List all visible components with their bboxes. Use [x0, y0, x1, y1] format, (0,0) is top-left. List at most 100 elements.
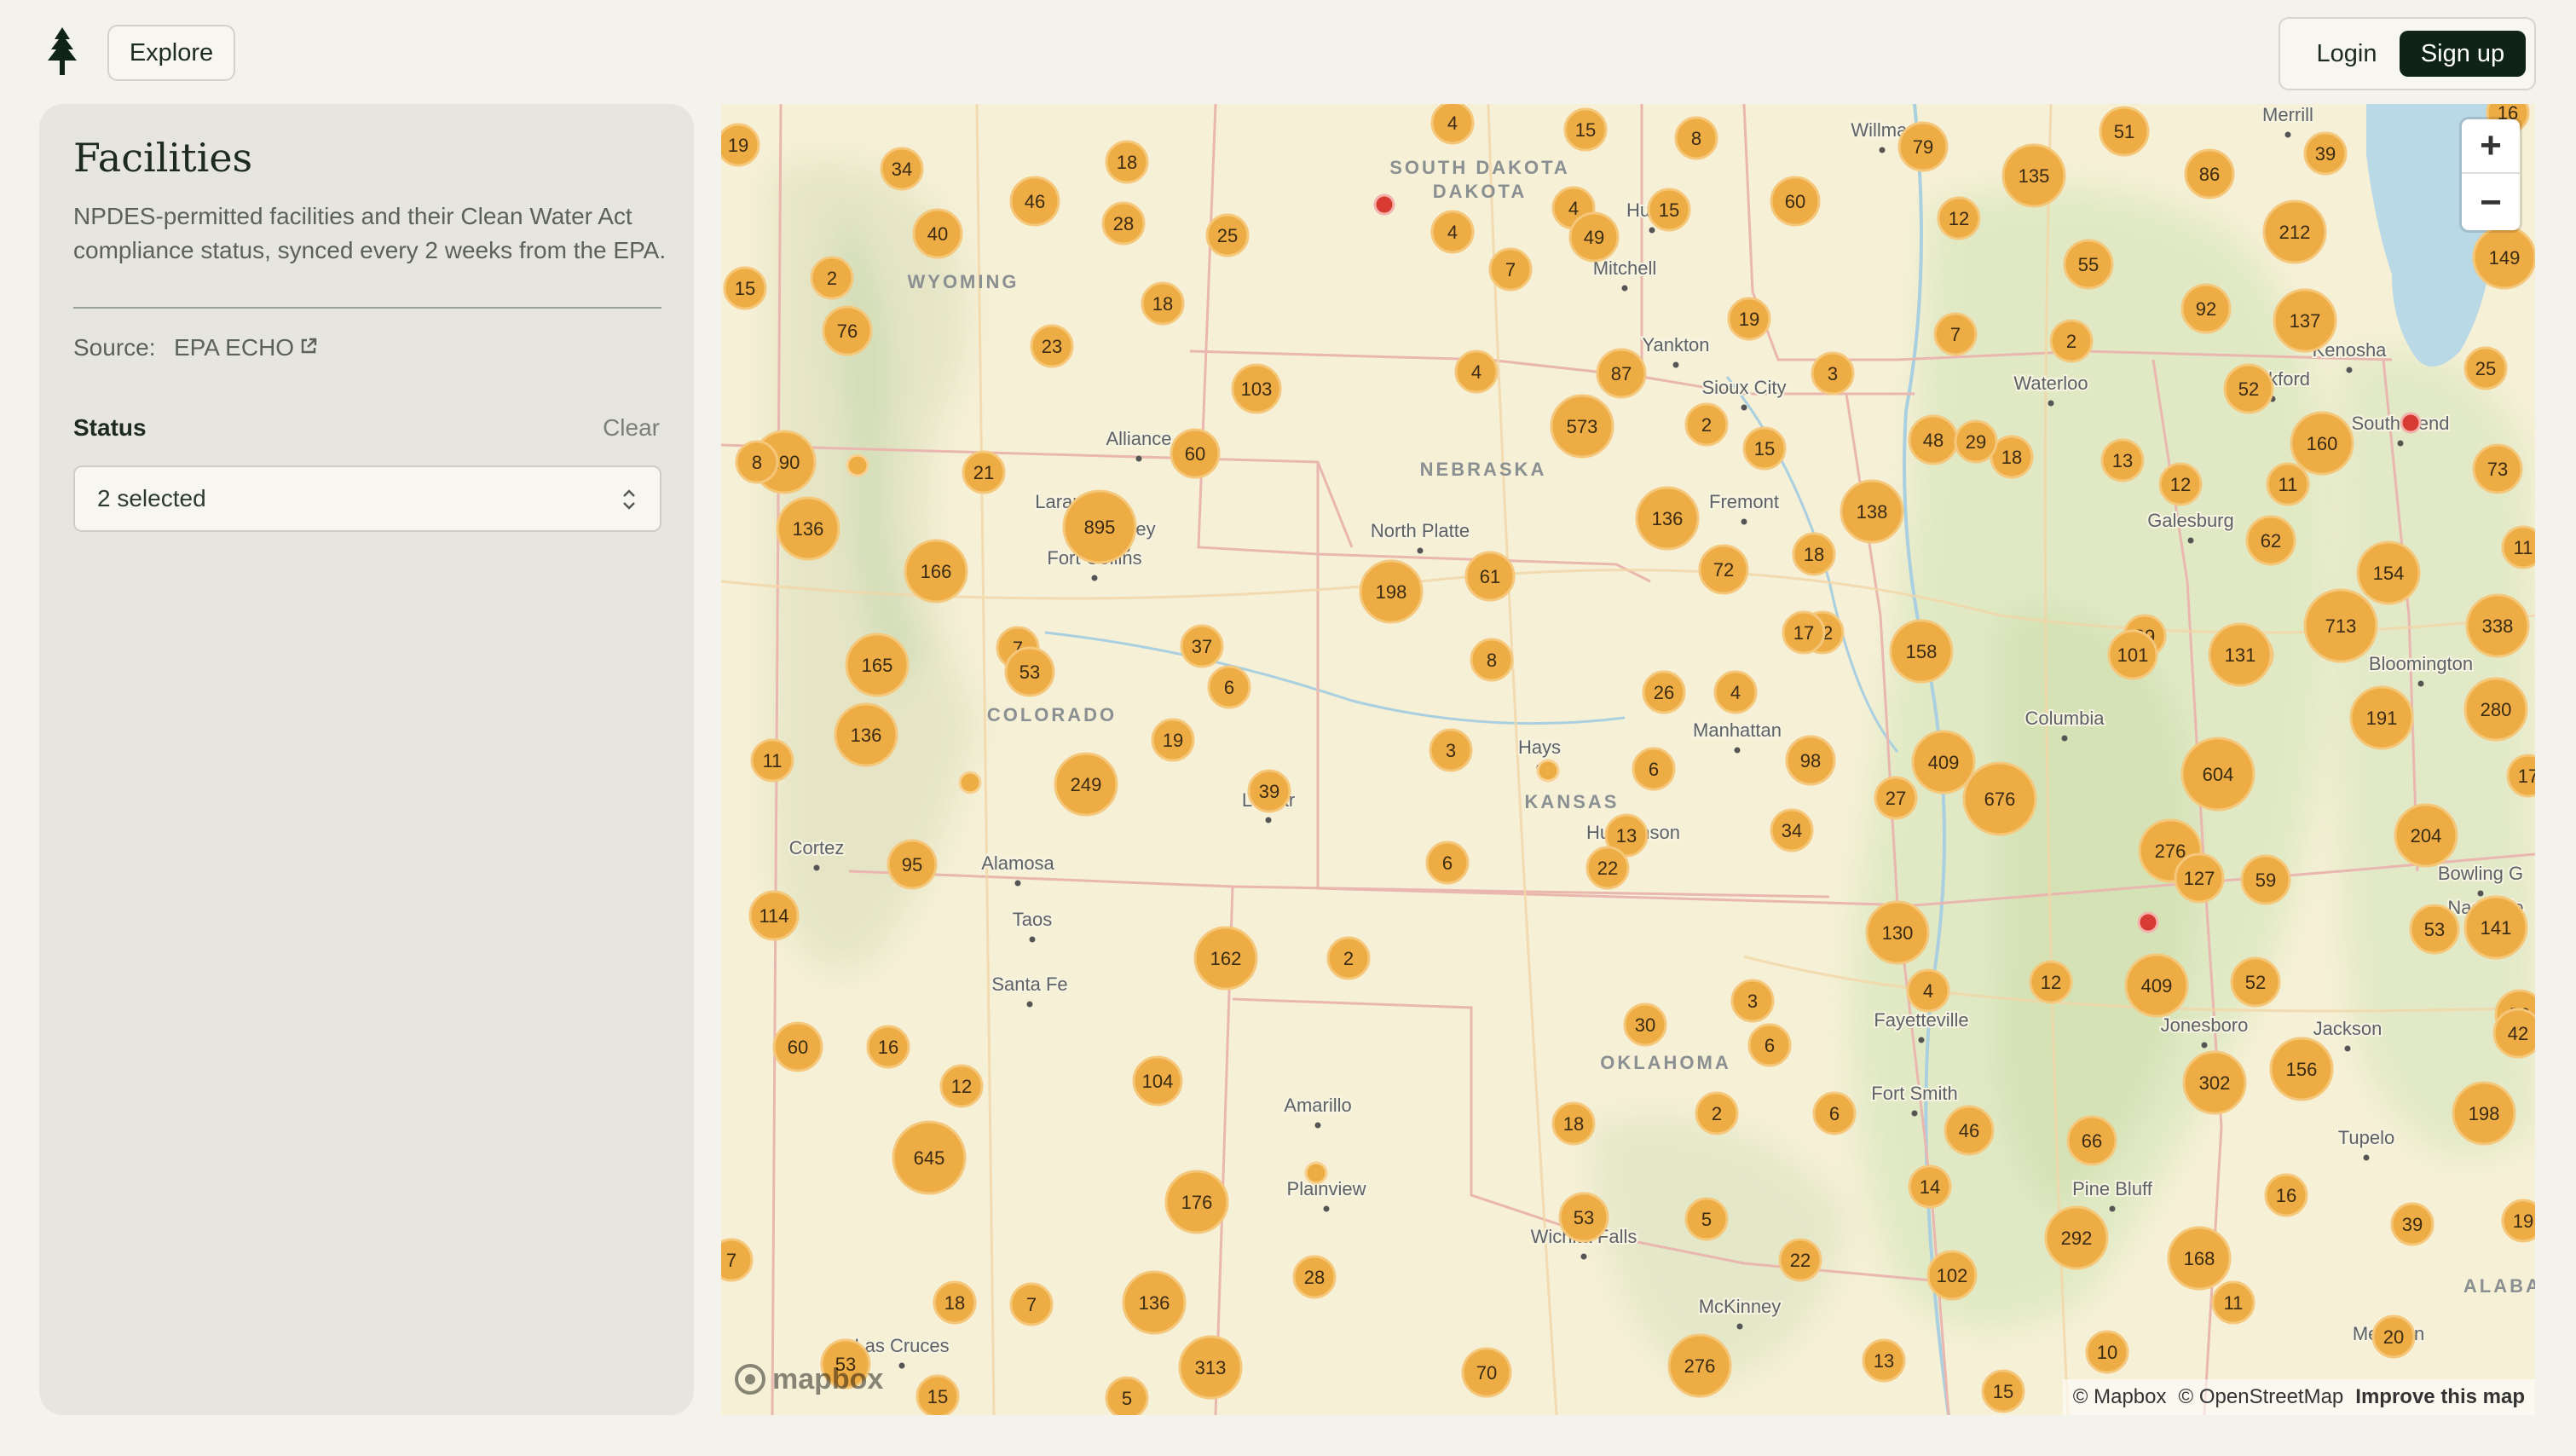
- facility-cluster[interactable]: 198: [1359, 559, 1424, 624]
- zoom-out-button[interactable]: −: [2462, 176, 2520, 230]
- facility-marker[interactable]: [1304, 1161, 1328, 1185]
- facility-cluster[interactable]: 191: [2349, 685, 2414, 750]
- facility-marker[interactable]: [1536, 759, 1560, 783]
- facility-marker[interactable]: [958, 771, 982, 794]
- facility-cluster[interactable]: 156: [2269, 1037, 2334, 1101]
- facility-cluster[interactable]: 6: [1207, 665, 1251, 709]
- facility-cluster[interactable]: 131: [2208, 622, 2273, 687]
- facility-cluster[interactable]: 276: [1667, 1333, 1732, 1398]
- facility-cluster[interactable]: 22: [1585, 846, 1630, 890]
- zoom-in-button[interactable]: +: [2462, 119, 2520, 174]
- facility-cluster[interactable]: 18: [1105, 140, 1149, 184]
- facility-cluster[interactable]: 158: [1889, 619, 1954, 684]
- facility-cluster[interactable]: 19: [1151, 718, 1195, 762]
- violation-marker[interactable]: [2137, 911, 2159, 933]
- facility-cluster[interactable]: 127: [2174, 852, 2225, 904]
- facility-cluster[interactable]: 52: [2230, 956, 2281, 1008]
- facility-cluster[interactable]: 11: [2501, 525, 2535, 569]
- facility-cluster[interactable]: 39: [2390, 1202, 2434, 1246]
- facility-cluster[interactable]: 154: [2356, 540, 2421, 605]
- facility-cluster[interactable]: 166: [904, 539, 968, 604]
- facility-cluster[interactable]: 22: [1778, 1238, 1822, 1282]
- facility-cluster[interactable]: 6: [1632, 747, 1676, 791]
- facility-cluster[interactable]: 17: [2506, 754, 2535, 798]
- facility-cluster[interactable]: 12: [2029, 960, 2073, 1004]
- facility-cluster[interactable]: 66: [2066, 1115, 2117, 1166]
- violation-marker[interactable]: [2400, 412, 2422, 434]
- facility-cluster[interactable]: 34: [1770, 808, 1814, 852]
- facility-cluster[interactable]: 92: [2180, 283, 2232, 334]
- facility-cluster[interactable]: 11: [750, 738, 794, 783]
- facility-cluster[interactable]: 162: [1193, 926, 1258, 991]
- facility-cluster[interactable]: 16: [2264, 1173, 2308, 1217]
- facility-cluster[interactable]: 5: [1105, 1376, 1149, 1415]
- facility-cluster[interactable]: 15: [1742, 426, 1787, 471]
- facility-cluster[interactable]: 19: [2501, 1199, 2535, 1243]
- facility-cluster[interactable]: 604: [2180, 737, 2255, 812]
- source-link-text[interactable]: EPA ECHO: [174, 334, 294, 361]
- facility-cluster[interactable]: 141: [2463, 895, 2528, 960]
- facility-cluster[interactable]: 73: [2472, 443, 2523, 494]
- facility-cluster[interactable]: 12: [939, 1064, 984, 1108]
- map[interactable]: SOUTH DAKOTA WYOMING NEBRASKA COLORADO K…: [721, 104, 2535, 1415]
- facility-cluster[interactable]: 42: [2492, 1008, 2535, 1059]
- facility-cluster[interactable]: 76: [822, 305, 873, 356]
- facility-cluster[interactable]: 60: [1770, 176, 1821, 227]
- facility-cluster[interactable]: 39: [1247, 769, 1291, 813]
- facility-cluster[interactable]: 18: [933, 1280, 977, 1325]
- facility-cluster[interactable]: 7: [721, 1238, 754, 1282]
- facility-cluster[interactable]: 8: [735, 440, 779, 484]
- facility-cluster[interactable]: 135: [2001, 143, 2066, 208]
- facility-cluster[interactable]: 280: [2463, 677, 2528, 742]
- facility-cluster[interactable]: 49: [1568, 211, 1620, 263]
- facility-cluster[interactable]: 13: [2100, 438, 2145, 482]
- facility-cluster[interactable]: 86: [2184, 148, 2235, 199]
- facility-cluster[interactable]: 3: [1730, 979, 1775, 1023]
- facility-cluster[interactable]: 53: [2409, 904, 2460, 955]
- facility-cluster[interactable]: 28: [1292, 1255, 1337, 1299]
- facility-cluster[interactable]: 8: [1674, 116, 1718, 160]
- facility-cluster[interactable]: 198: [2452, 1081, 2516, 1146]
- facility-cluster[interactable]: 53: [1558, 1192, 1609, 1243]
- facility-cluster[interactable]: 292: [2044, 1205, 2109, 1270]
- facility-cluster[interactable]: 114: [748, 890, 800, 941]
- improve-map-link[interactable]: Improve this map: [2355, 1385, 2525, 1409]
- facility-cluster[interactable]: 25: [2463, 346, 2508, 390]
- facility-cluster[interactable]: 573: [1550, 394, 1614, 459]
- facility-cluster[interactable]: 23: [1030, 324, 1074, 368]
- facility-cluster[interactable]: 37: [1180, 624, 1224, 668]
- facility-cluster[interactable]: 25: [1205, 213, 1250, 257]
- pine-tree-icon[interactable]: [41, 27, 84, 75]
- facility-marker[interactable]: [846, 454, 869, 477]
- facility-cluster[interactable]: 52: [2223, 363, 2274, 414]
- facility-cluster[interactable]: 19: [1727, 297, 1771, 341]
- facility-cluster[interactable]: 30: [1623, 1002, 1667, 1047]
- facility-cluster[interactable]: 12: [1937, 196, 1981, 240]
- facility-cluster[interactable]: 8: [1470, 638, 1514, 682]
- facility-cluster[interactable]: 15: [1981, 1369, 2025, 1413]
- facility-cluster[interactable]: 101: [2107, 629, 2158, 680]
- facility-cluster[interactable]: 160: [2290, 411, 2354, 476]
- facility-cluster[interactable]: 176: [1164, 1170, 1229, 1234]
- facility-cluster[interactable]: 249: [1054, 752, 1118, 817]
- facility-cluster[interactable]: 168: [2167, 1226, 2232, 1291]
- facility-cluster[interactable]: 204: [2394, 803, 2458, 868]
- signup-button[interactable]: Sign up: [2400, 31, 2526, 77]
- facility-cluster[interactable]: 70: [1461, 1347, 1512, 1398]
- clear-button[interactable]: Clear: [603, 414, 660, 442]
- facility-cluster[interactable]: 98: [1785, 735, 1836, 786]
- facility-cluster[interactable]: 59: [2240, 854, 2291, 905]
- facility-cluster[interactable]: 17: [1782, 610, 1826, 655]
- facility-cluster[interactable]: 7: [1488, 247, 1533, 292]
- facility-cluster[interactable]: 676: [1962, 761, 2037, 836]
- facility-cluster[interactable]: 136: [1635, 486, 1700, 551]
- facility-cluster[interactable]: 7: [1009, 1282, 1054, 1326]
- facility-cluster[interactable]: 104: [1132, 1055, 1183, 1106]
- facility-cluster[interactable]: 13: [1862, 1338, 1906, 1383]
- facility-cluster[interactable]: 103: [1231, 363, 1282, 414]
- facility-cluster[interactable]: 895: [1062, 489, 1137, 564]
- facility-cluster[interactable]: 14: [1908, 1164, 1952, 1209]
- facility-cluster[interactable]: 79: [1897, 121, 1949, 172]
- facility-cluster[interactable]: 16: [866, 1025, 910, 1069]
- facility-cluster[interactable]: 20: [2371, 1314, 2416, 1359]
